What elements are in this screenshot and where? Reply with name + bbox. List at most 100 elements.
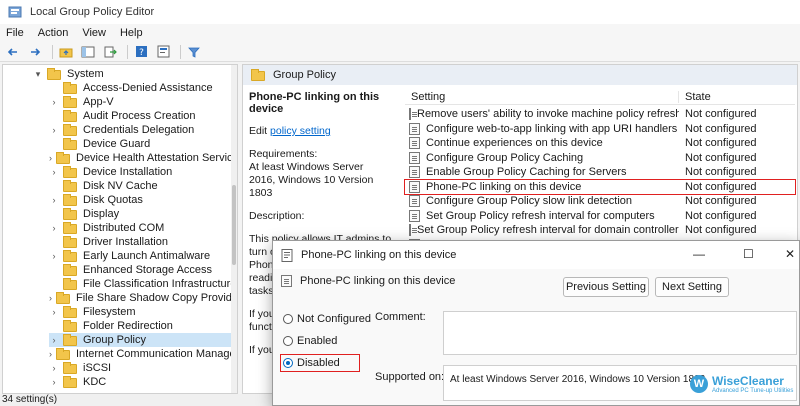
minimize-icon[interactable]: — <box>693 247 705 261</box>
tree-item[interactable]: Driver Installation <box>49 235 237 249</box>
tree-item[interactable]: › Early Launch Antimalware <box>49 249 237 263</box>
window-title: Local Group Policy Editor <box>30 6 155 18</box>
menu-view[interactable]: View <box>82 27 106 39</box>
chevron-right-icon[interactable]: › <box>49 377 59 387</box>
policy-setting-name: Configure Group Policy Caching <box>426 151 584 164</box>
comment-textarea[interactable] <box>443 311 797 355</box>
chevron-right-icon[interactable]: › <box>49 223 59 233</box>
policy-row[interactable]: Remove users' ability to invoke machine … <box>405 107 795 121</box>
wisecleaner-logo-icon: W <box>690 375 708 393</box>
radio-not-configured[interactable]: Not Configured <box>283 313 371 325</box>
close-icon[interactable]: ✕ <box>785 247 795 261</box>
policy-setting-cell: Continue experiences on this device <box>405 137 679 149</box>
policy-row[interactable]: Continue experiences on this device Not c… <box>405 136 795 150</box>
folder-icon <box>251 69 265 81</box>
tree-item[interactable]: › Disk Quotas <box>49 193 237 207</box>
policy-row[interactable]: Configure Group Policy slow link detecti… <box>405 194 795 208</box>
policy-setting-icon <box>409 108 417 120</box>
chevron-right-icon[interactable]: › <box>49 335 59 345</box>
tree-item-system[interactable]: ▾ System <box>33 67 104 81</box>
tree-item[interactable]: Folder Redirection <box>49 319 237 333</box>
policy-row[interactable]: Phone-PC linking on this device Not confi… <box>404 178 796 195</box>
help-icon[interactable]: ? <box>132 43 150 61</box>
folder-icon <box>47 67 61 80</box>
tree-item[interactable]: Enhanced Storage Access <box>49 263 237 277</box>
back-arrow-icon[interactable] <box>4 43 22 61</box>
chevron-right-icon[interactable]: › <box>49 307 59 317</box>
tree-item[interactable]: › Distributed COM <box>49 221 237 235</box>
policy-row[interactable]: Set Group Policy refresh interval for co… <box>405 209 795 223</box>
chevron-down-icon[interactable]: ▾ <box>33 69 43 80</box>
filter-icon[interactable] <box>185 43 203 61</box>
navigation-tree[interactable]: ▾ System Access-Denied Assistance › App-V A… <box>2 64 238 394</box>
tree-item[interactable]: › File Share Shadow Copy Provider <box>49 291 237 305</box>
tree-item[interactable]: File Classification Infrastructure <box>49 277 237 291</box>
column-header-state[interactable]: State <box>679 91 711 103</box>
previous-setting-button[interactable]: Previous Setting <box>563 277 649 297</box>
tree-item[interactable]: › Internet Communication Managem <box>49 347 237 361</box>
menu-help[interactable]: Help <box>120 27 143 39</box>
tree-item-label: Device Health Attestation Service <box>76 152 238 164</box>
edit-policy-link[interactable]: policy setting <box>270 125 331 137</box>
tree-item[interactable]: › Device Installation <box>49 165 237 179</box>
up-folder-icon[interactable] <box>57 43 75 61</box>
policy-row[interactable]: Set Group Policy refresh interval for do… <box>405 223 795 237</box>
policy-setting-icon <box>409 137 420 149</box>
next-setting-button[interactable]: Next Setting <box>655 277 729 297</box>
chevron-right-icon[interactable]: › <box>49 349 52 359</box>
tree-item[interactable]: Device Guard <box>49 137 237 151</box>
forward-arrow-icon[interactable] <box>26 43 44 61</box>
policy-row[interactable]: Configure web-to-app linking with app UR… <box>405 122 795 136</box>
chevron-right-icon[interactable]: › <box>49 363 59 373</box>
tree-item[interactable]: › Device Health Attestation Service <box>49 151 237 165</box>
tree-item[interactable]: › Filesystem <box>49 305 237 319</box>
chevron-right-icon[interactable]: › <box>49 167 59 177</box>
radio-enabled[interactable]: Enabled <box>283 335 337 347</box>
menu-file[interactable]: File <box>6 27 24 39</box>
properties-icon[interactable] <box>154 43 172 61</box>
tree-item-label: Device Guard <box>83 138 151 150</box>
chevron-right-icon[interactable]: › <box>49 195 59 205</box>
tree-item[interactable]: › iSCSI <box>49 361 237 375</box>
menu-action[interactable]: Action <box>38 27 69 39</box>
svg-text:?: ? <box>139 48 144 58</box>
policy-row[interactable]: Enable Group Policy Caching for Servers N… <box>405 165 795 179</box>
export-list-icon[interactable] <box>101 43 119 61</box>
requirements-label: Requirements: <box>249 148 318 160</box>
toolbar-separator <box>127 44 128 59</box>
toolbar: ? <box>0 42 800 62</box>
watermark-name: WiseCleaner <box>712 374 784 388</box>
chevron-right-icon[interactable]: › <box>49 293 52 303</box>
folder-icon <box>56 291 70 304</box>
title-bar: Local Group Policy Editor <box>0 0 800 24</box>
folder-icon <box>63 123 77 136</box>
tree-item[interactable]: › Credentials Delegation <box>49 123 237 137</box>
chevron-right-icon[interactable]: › <box>49 251 59 261</box>
tree-item[interactable]: Audit Process Creation <box>49 109 237 123</box>
radio-button[interactable] <box>283 314 293 324</box>
maximize-icon[interactable]: ☐ <box>743 247 754 261</box>
tree-item-label: Early Launch Antimalware <box>83 250 211 262</box>
watermark-text: WiseCleaner Advanced PC Tune-up Utilitie… <box>712 374 793 394</box>
tree-item[interactable]: Display <box>49 207 237 221</box>
tree-item-label: iSCSI <box>83 362 112 374</box>
tree-item[interactable]: › KDC <box>49 375 237 389</box>
folder-icon <box>56 347 70 360</box>
radio-button[interactable] <box>283 336 293 346</box>
chevron-right-icon[interactable]: › <box>49 125 59 135</box>
chevron-right-icon[interactable]: › <box>49 97 59 107</box>
tree-item[interactable]: › Group Policy <box>49 333 237 347</box>
column-header-setting[interactable]: Setting <box>405 90 679 103</box>
policy-setting-icon <box>409 209 420 222</box>
radio-disabled[interactable]: Disabled <box>280 354 360 372</box>
chevron-right-icon[interactable]: › <box>49 153 52 163</box>
policy-setting-name: Set Group Policy refresh interval for co… <box>426 209 655 222</box>
show-hide-tree-icon[interactable] <box>79 43 97 61</box>
tree-scrollbar[interactable] <box>231 65 237 393</box>
tree-item[interactable]: Access-Denied Assistance <box>49 81 237 95</box>
tree-item[interactable]: › App-V <box>49 95 237 109</box>
scrollbar-thumb[interactable] <box>232 185 236 265</box>
tree-item[interactable]: Disk NV Cache <box>49 179 237 193</box>
radio-button-selected[interactable] <box>283 358 293 368</box>
policy-row[interactable]: Configure Group Policy Caching Not config… <box>405 151 795 165</box>
